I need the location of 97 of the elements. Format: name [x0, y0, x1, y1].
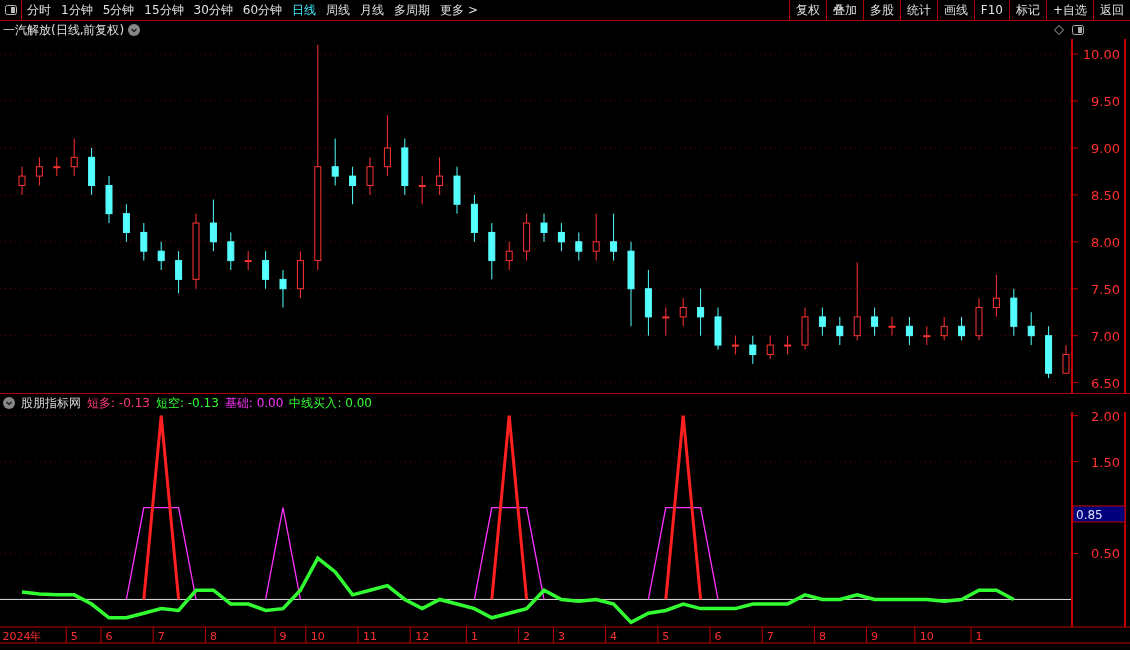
candlestick	[279, 269, 287, 309]
candlestick	[958, 316, 966, 341]
axis-label: 9.00	[1091, 140, 1120, 156]
period-tab[interactable]: 更多 >	[435, 0, 483, 20]
chevron-down-icon[interactable]	[128, 24, 141, 36]
period-tab[interactable]: 15分钟	[139, 0, 189, 20]
legend-value: 基础: 0.00	[224, 394, 284, 412]
candlestick	[697, 288, 705, 337]
candlestick	[853, 261, 861, 341]
candlestick	[575, 231, 583, 262]
candlestick	[1062, 344, 1070, 374]
indicator-name: 股朋指标网	[21, 394, 81, 412]
candlestick	[679, 297, 687, 327]
period-tab[interactable]: 月线	[355, 0, 390, 20]
axis-label: 7.00	[1091, 328, 1120, 344]
legend-value: 短多: -0.13	[87, 394, 150, 412]
candlestick	[418, 175, 426, 205]
panel-icon	[4, 5, 17, 15]
candlestick	[662, 307, 670, 337]
candlestick	[749, 335, 757, 365]
candlestick	[888, 316, 896, 337]
candlestick	[731, 335, 739, 355]
candlestick	[992, 274, 1000, 318]
panel-icon[interactable]	[1072, 25, 1084, 35]
axis-label: 10.00	[1082, 47, 1120, 63]
candlestick	[18, 166, 26, 196]
date-label: 7	[157, 630, 165, 643]
axis-label: 1.50	[1091, 454, 1120, 470]
candlestick	[175, 250, 183, 294]
date-label: 2024年	[2, 630, 42, 643]
date-label: 7	[766, 630, 774, 643]
chevron-down-icon[interactable]	[3, 397, 15, 409]
axis-label: 8.00	[1091, 234, 1120, 250]
candlestick	[610, 213, 618, 262]
axis-label: 0.50	[1091, 546, 1120, 562]
candlestick	[262, 250, 270, 290]
candlestick	[366, 156, 374, 196]
axis-label: 6.50	[1091, 375, 1120, 391]
date-label: 9	[871, 630, 879, 643]
date-label: 8	[818, 630, 826, 643]
date-label: 5	[70, 630, 78, 643]
period-tab[interactable]: 30分钟	[188, 0, 238, 20]
date-label: 4	[610, 630, 618, 643]
candlestick	[157, 241, 165, 271]
period-tab[interactable]: 1分钟	[56, 0, 98, 20]
period-tab[interactable]: 5分钟	[97, 0, 140, 20]
date-label: 3	[557, 630, 565, 643]
candlestick	[383, 114, 391, 177]
date-label: 12	[415, 630, 430, 643]
chart-title: 一汽解放(日线,前复权)	[3, 21, 125, 39]
candlestick	[209, 199, 217, 252]
candlestick	[227, 231, 235, 271]
candlestick	[244, 250, 252, 271]
date-label: 5	[662, 630, 670, 643]
date-label: 8	[209, 630, 217, 643]
candlestick	[53, 156, 61, 177]
candlestick	[1027, 311, 1035, 346]
period-tab[interactable]: 多周期	[389, 0, 436, 20]
legend-value: 中线买入: 0.00	[289, 394, 372, 412]
date-label: 10	[310, 630, 325, 643]
candlestick	[349, 166, 357, 205]
candlestick	[331, 138, 339, 186]
diamond-icon[interactable]	[1054, 25, 1064, 35]
candlestick	[592, 213, 600, 262]
current-value-label: 0.85	[1072, 505, 1126, 523]
date-label: 6	[105, 630, 113, 643]
candlestick	[70, 138, 78, 177]
candlestick	[923, 325, 931, 346]
date-label: 11	[363, 630, 377, 643]
axis-label: 7.50	[1091, 281, 1120, 297]
candlestick	[766, 335, 774, 360]
candlestick	[557, 222, 565, 252]
date-label: 10	[919, 630, 934, 643]
period-tab[interactable]: 日线	[287, 0, 322, 20]
period-tab[interactable]: 周线	[321, 0, 356, 20]
candlestick	[836, 316, 844, 346]
candlestick	[540, 213, 548, 243]
candlestick	[505, 241, 513, 271]
axis-label: 8.50	[1091, 187, 1120, 203]
date-label: 6	[714, 630, 722, 643]
candlestick	[784, 335, 792, 355]
date-label: 1	[975, 630, 983, 643]
candlestick	[140, 222, 148, 262]
axis-label: 9.50	[1091, 94, 1120, 109]
legend-value: 短空: -0.13	[155, 394, 219, 412]
candlestick	[35, 156, 43, 186]
date-label: 1	[470, 630, 478, 643]
candlestick	[436, 156, 444, 196]
date-label: 9	[279, 630, 287, 643]
candlestick	[905, 316, 913, 346]
candlestick	[871, 307, 879, 337]
period-tab[interactable]: 60分钟	[237, 0, 288, 20]
candlestick	[122, 203, 130, 243]
period-tab[interactable]: 分时	[22, 0, 56, 20]
candlestick	[940, 316, 948, 341]
date-label: 2	[523, 630, 531, 643]
candlestick	[818, 307, 826, 337]
